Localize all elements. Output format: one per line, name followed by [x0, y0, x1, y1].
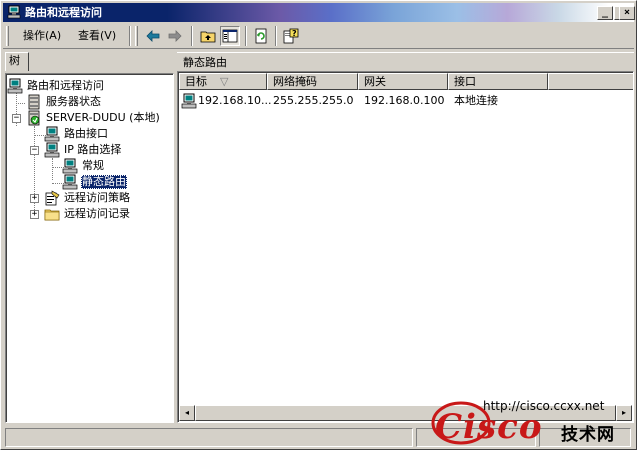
- refresh-button[interactable]: [251, 26, 271, 46]
- toolbar-separator: [191, 26, 193, 46]
- route-icon: [181, 93, 197, 109]
- policy-icon: [45, 190, 60, 206]
- menu-action[interactable]: 操作(A): [21, 29, 63, 43]
- window-title: 路由和远程访问: [25, 6, 102, 19]
- tree-node-remote-access-policies[interactable]: 远程访问策略: [44, 190, 131, 206]
- sort-indicator-icon: ▽: [220, 75, 229, 88]
- tree-node-ip-routing[interactable]: IP 路由选择: [44, 142, 122, 158]
- scroll-left-button[interactable]: ◂: [179, 405, 195, 421]
- tree-expander[interactable]: +: [30, 210, 39, 219]
- menu-view[interactable]: 查看(V): [76, 29, 118, 43]
- svg-text:?: ?: [292, 29, 297, 38]
- tree-node-label: 路由和远程访问: [27, 79, 104, 92]
- help-icon: ?: [283, 28, 299, 44]
- tree-line: [16, 103, 25, 104]
- details-list: 目标 ▽ 网络掩码 网关 接口 192.168.10... 255.255.25…: [177, 71, 634, 423]
- column-label: 接口: [454, 75, 476, 88]
- app-icon: [7, 5, 21, 19]
- back-arrow-icon: [146, 30, 160, 42]
- title-bar[interactable]: 路由和远程访问 _ □: [3, 3, 634, 22]
- up-folder-icon: [200, 31, 216, 43]
- refresh-icon: [255, 28, 267, 44]
- close-button[interactable]: ×: [619, 6, 635, 20]
- column-header-gateway[interactable]: 网关: [358, 73, 448, 90]
- column-header-destination[interactable]: 目标 ▽: [179, 73, 267, 90]
- forward-arrow-icon: [168, 30, 182, 42]
- network-icon: [44, 142, 60, 158]
- console-tree: 路由和远程访问 服务器状态 − SERVER-DUDU (本地) 路由接口 − …: [5, 73, 174, 423]
- tree-expander[interactable]: −: [30, 146, 39, 155]
- app-window: 路由和远程访问 _ □ × 操作(A) 查看(V): [0, 0, 637, 450]
- server-green-icon: [28, 110, 40, 126]
- menu-toolbar: 操作(A) 查看(V) ?: [3, 23, 634, 49]
- tree-node-static-routes[interactable]: 静态路由: [62, 174, 127, 190]
- watermark: http://cisco.ccxx.net Cisco 技术网: [431, 393, 636, 449]
- tree-node-label-selected: 静态路由: [81, 175, 127, 189]
- column-header-filler: [548, 73, 633, 90]
- watermark-cn: 技术网: [561, 425, 615, 445]
- cell-gateway: 192.168.0.100: [364, 94, 445, 107]
- cell-interface: 本地连接: [454, 94, 498, 107]
- tree-node-label: IP 路由选择: [64, 143, 122, 156]
- cell-netmask: 255.255.255.0: [273, 94, 354, 107]
- tree-node-server-dudu[interactable]: SERVER-DUDU (本地): [26, 110, 161, 126]
- minimize-button[interactable]: _: [597, 6, 613, 20]
- help-button[interactable]: ?: [281, 26, 301, 46]
- column-label: 网关: [364, 75, 386, 88]
- status-cell-main: [5, 428, 413, 447]
- tree-node-label: 路由接口: [64, 127, 108, 140]
- watermark-logo: Cisco: [435, 407, 543, 447]
- tree-node-general[interactable]: 常规: [62, 158, 105, 174]
- tree-expander[interactable]: −: [12, 114, 21, 123]
- tree-node-label: 常规: [82, 159, 104, 172]
- network-icon: [62, 158, 78, 174]
- toolbar-separator: [275, 26, 277, 46]
- tree-expander[interactable]: +: [30, 194, 39, 203]
- network-icon: [62, 174, 78, 190]
- column-header-netmask[interactable]: 网络掩码: [267, 73, 358, 90]
- tree-node-routing-root[interactable]: 路由和远程访问: [7, 78, 105, 94]
- toolbar-grip[interactable]: [135, 26, 138, 46]
- details-header: 静态路由: [177, 52, 634, 71]
- tree-node-remote-access-logging[interactable]: 远程访问记录: [44, 206, 131, 222]
- column-header-interface[interactable]: 接口: [448, 73, 548, 90]
- forward-button[interactable]: [165, 26, 185, 46]
- toolbar-separator: [129, 26, 131, 46]
- tree-node-routing-interfaces[interactable]: 路由接口: [44, 126, 109, 142]
- cell-destination: 192.168.10...: [198, 94, 272, 107]
- server-icon: [28, 94, 40, 110]
- network-icon: [7, 78, 23, 94]
- tree-node-label: 服务器状态: [46, 95, 101, 108]
- tree-node-label: 远程访问策略: [64, 191, 130, 204]
- tab-tree[interactable]: 树: [5, 52, 29, 71]
- toolbar-separator: [245, 26, 247, 46]
- up-level-button[interactable]: [198, 26, 218, 46]
- tree-node-label: SERVER-DUDU (本地): [46, 111, 160, 124]
- network-icon: [44, 126, 60, 142]
- folder-icon: [44, 209, 60, 221]
- show-tree-button[interactable]: [220, 26, 240, 46]
- tree-line: [52, 158, 53, 180]
- column-label: 网络掩码: [273, 75, 317, 88]
- tree-node-server-status[interactable]: 服务器状态: [26, 94, 102, 110]
- back-button[interactable]: [143, 26, 163, 46]
- column-label: 目标: [185, 75, 207, 88]
- menubar-grip[interactable]: [6, 26, 9, 46]
- show-tree-icon: [222, 29, 238, 43]
- tree-node-label: 远程访问记录: [64, 207, 130, 220]
